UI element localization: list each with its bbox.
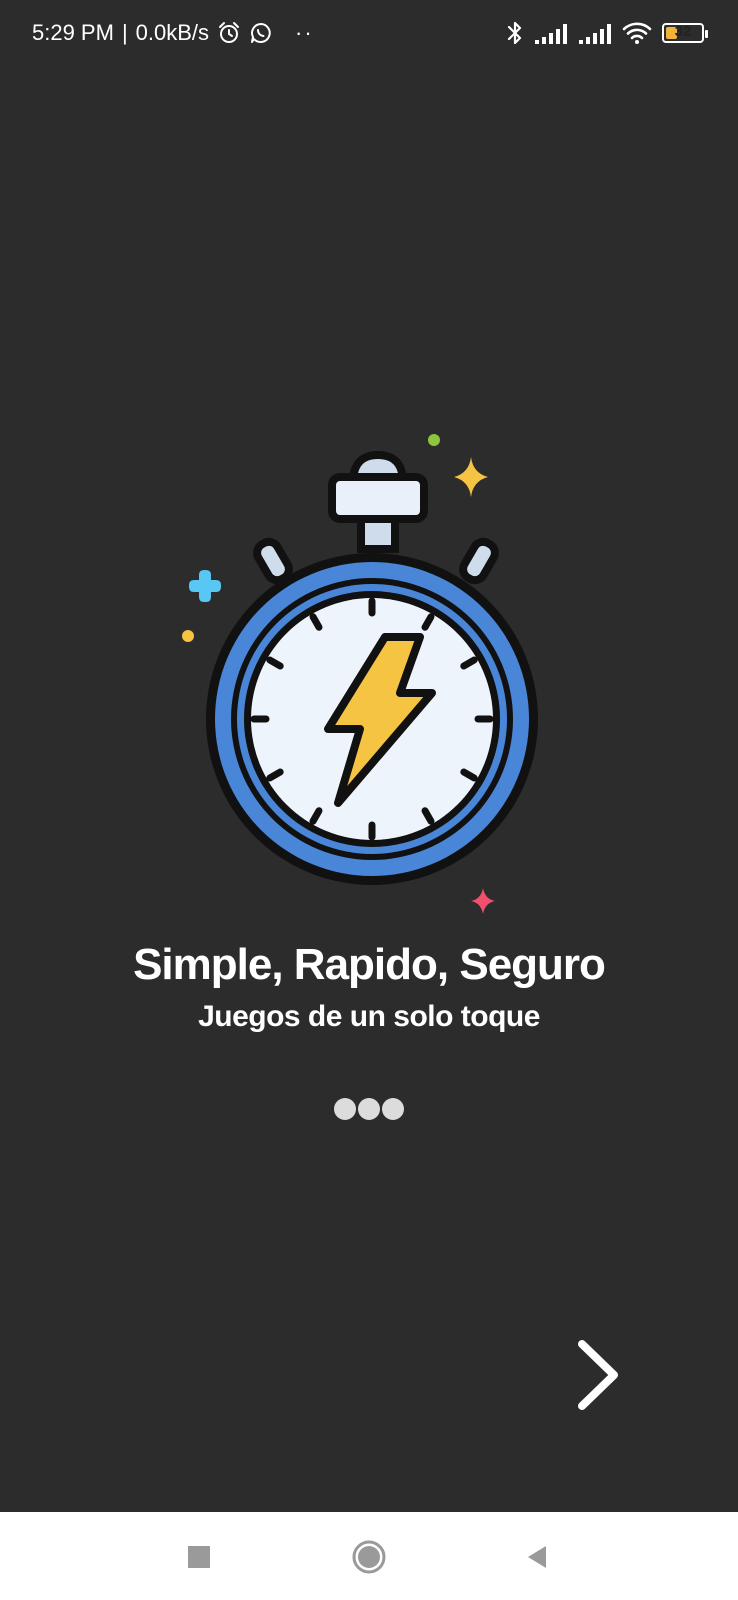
sparkle-green-dot	[428, 434, 440, 446]
status-left: 5:29 PM | 0.0kB/s ··	[32, 20, 314, 46]
system-nav-bar	[0, 1512, 738, 1600]
back-button[interactable]	[512, 1532, 562, 1582]
onboarding-subtitle: Juegos de un solo toque	[198, 1000, 540, 1033]
recents-button[interactable]	[174, 1532, 224, 1582]
home-button[interactable]	[344, 1532, 394, 1582]
back-triangle-icon	[528, 1546, 546, 1568]
page-indicator-dot[interactable]	[382, 1098, 404, 1120]
status-network-speed: 0.0kB/s	[135, 20, 210, 45]
home-circle-icon	[352, 1540, 386, 1574]
status-bar: 5:29 PM | 0.0kB/s ·· 32	[0, 0, 738, 70]
onboarding-title: Simple, Rapido, Seguro	[133, 940, 606, 989]
battery-tip	[705, 30, 708, 38]
sparkle-blue-plus	[189, 570, 221, 602]
stopwatch-lightning-icon	[182, 434, 538, 914]
page-indicator-dot[interactable]	[358, 1098, 380, 1120]
sparkle-red-star	[471, 888, 495, 914]
whatsapp-icon	[251, 23, 271, 43]
chevron-right-icon	[578, 1340, 618, 1410]
signal-icon	[535, 24, 567, 44]
recents-square-icon	[188, 1546, 210, 1568]
next-button[interactable]	[566, 1330, 636, 1420]
status-right: 32	[506, 20, 708, 46]
sparkle-yellow-dot	[182, 630, 194, 642]
bluetooth-icon	[507, 21, 522, 45]
wifi-icon	[622, 22, 652, 44]
status-separator: |	[121, 20, 128, 45]
alarm-icon	[219, 22, 240, 43]
page-indicator	[334, 1098, 404, 1120]
page-indicator-dot[interactable]	[334, 1098, 356, 1120]
signal-icon	[579, 24, 611, 44]
battery-level: 32	[674, 23, 692, 40]
battery-icon: 32	[662, 23, 708, 43]
status-time: 5:29 PM	[32, 20, 114, 45]
status-more-indicator: ··	[295, 20, 314, 45]
sparkle-yellow-star	[454, 457, 488, 497]
